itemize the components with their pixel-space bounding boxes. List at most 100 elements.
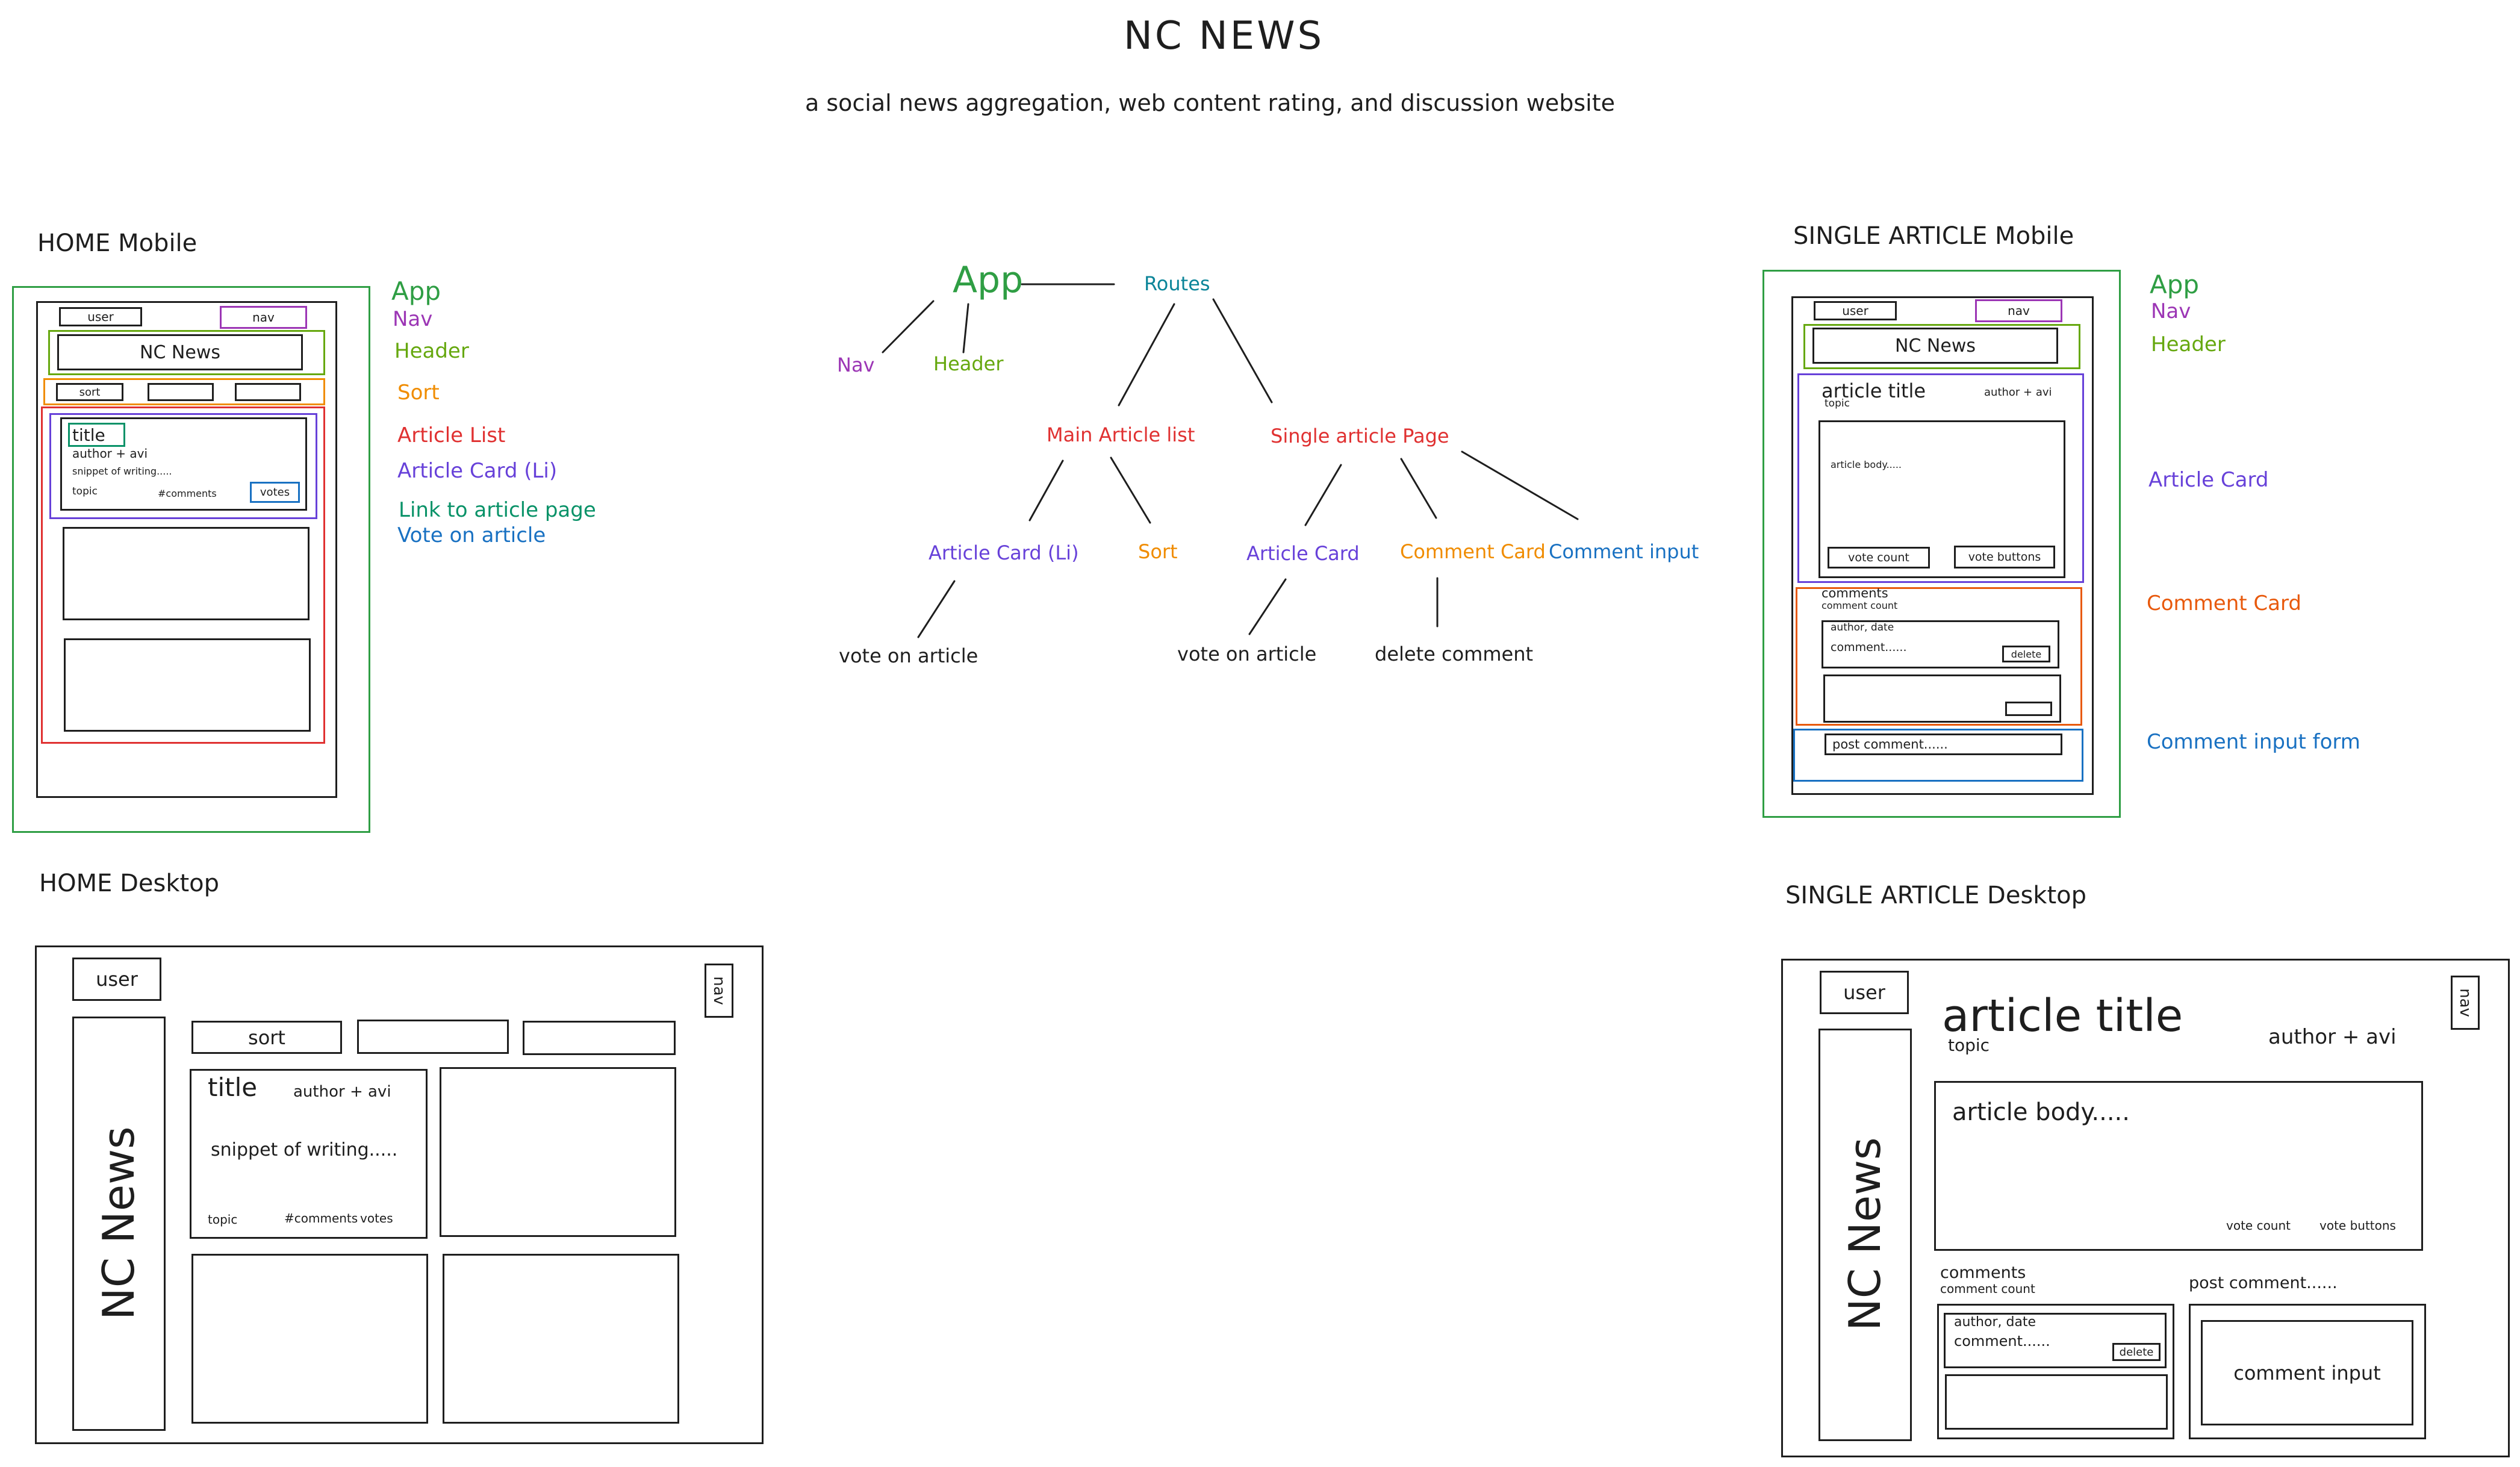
single-desktop-article-author: author + avi	[2268, 1025, 2397, 1049]
home-desktop-card-title: title	[208, 1073, 258, 1102]
home-desktop-sort-option-2[interactable]	[357, 1020, 509, 1054]
tree-vote-on-article-2: vote on article	[1177, 643, 1317, 665]
single-mobile-delete-button[interactable]: delete	[2002, 646, 2050, 662]
tree-article-card: Article Card	[1246, 542, 1360, 565]
tree-main-article-list: Main Article list	[1047, 423, 1195, 446]
edge-routes-single	[1212, 298, 1273, 403]
home-desktop-article-card-4[interactable]	[443, 1254, 679, 1424]
tree-sort: Sort	[1138, 540, 1178, 563]
home-mobile-sort-option-3[interactable]	[235, 383, 301, 401]
home-mobile-sort-label: sort	[79, 385, 101, 399]
single-mobile-comment-count: comment count	[1822, 600, 1898, 611]
edge-single-comment-input	[1461, 450, 1579, 520]
tree-header: Header	[933, 352, 1004, 375]
edge-app-nav	[882, 300, 935, 354]
single-mobile-vote-count-text: vote count	[1848, 551, 1909, 564]
home-desktop-sort-label: sort	[248, 1026, 285, 1049]
home-desktop-sort-option-3[interactable]	[523, 1021, 676, 1055]
home-mobile-brand: NC News	[57, 334, 303, 370]
single-mobile-legend-article-card: Article Card	[2148, 468, 2269, 492]
edge-single-card	[1304, 464, 1342, 526]
home-mobile-legend-nav: Nav	[393, 307, 433, 331]
single-desktop-delete-button[interactable]: delete	[2112, 1343, 2161, 1361]
single-mobile-vote-buttons-text: vote buttons	[1968, 550, 2041, 564]
single-desktop-comment-input[interactable]: comment input	[2201, 1320, 2413, 1425]
home-mobile-card-title-link[interactable]: title	[68, 423, 125, 447]
single-mobile-vote-buttons[interactable]: vote buttons	[1954, 546, 2055, 568]
single-mobile-post-comment-placeholder: post comment......	[1832, 737, 1948, 752]
single-mobile-post-comment-input[interactable]: post comment......	[1825, 734, 2062, 755]
home-mobile-sort-option-2[interactable]	[148, 383, 214, 401]
home-mobile-sort-button[interactable]: sort	[56, 383, 123, 401]
single-desktop-nav-button[interactable]: nav	[2451, 976, 2480, 1030]
home-mobile-legend-article-card: Article Card (Li)	[397, 459, 558, 483]
single-desktop-comment-count: comment count	[1940, 1282, 2035, 1296]
tree-single-article-page: Single article Page	[1271, 425, 1449, 447]
single-mobile-article-body-text: article body.....	[1831, 459, 1902, 470]
single-mobile-user-label: user	[1842, 304, 1868, 318]
single-mobile-nav-button[interactable]: nav	[1975, 299, 2062, 322]
home-mobile-card-author: author + avi	[72, 446, 148, 461]
home-mobile-article-card-2[interactable]	[63, 527, 310, 620]
home-mobile-legend-app: App	[391, 276, 441, 306]
home-desktop-article-card-3[interactable]	[191, 1254, 428, 1424]
home-mobile-legend-vote: Vote on article	[397, 523, 546, 547]
edge-app-header	[962, 303, 969, 354]
single-mobile-comment-author-date: author, date	[1831, 621, 1894, 634]
single-desktop-heading: SINGLE ARTICLE Desktop	[1785, 882, 2087, 909]
home-mobile-nav-label: nav	[252, 310, 275, 325]
single-mobile-legend-comment-input: Comment input form	[2147, 730, 2360, 754]
home-mobile-legend-sort: Sort	[397, 381, 440, 405]
single-desktop-brand: NC News	[1840, 1137, 1890, 1331]
single-mobile-comment-2-delete[interactable]	[2005, 702, 2052, 716]
single-desktop-user-label: user	[1843, 981, 1885, 1004]
page-title: NC NEWS	[1124, 14, 1325, 58]
home-desktop-card-votes[interactable]: votes	[360, 1212, 393, 1224]
single-mobile-legend-comment-card: Comment Card	[2147, 591, 2301, 615]
home-mobile-user-label: user	[87, 310, 114, 324]
tree-app: App	[953, 259, 1024, 301]
single-mobile-legend-app: App	[2150, 270, 2200, 299]
home-mobile-brand-text: NC News	[140, 341, 220, 363]
single-desktop-comment-card-2	[1945, 1374, 2168, 1430]
single-desktop-article-topic: topic	[1948, 1035, 1990, 1055]
home-desktop-card-author: author + avi	[293, 1083, 391, 1101]
home-mobile-card-topic: topic	[72, 485, 98, 497]
single-mobile-heading: SINGLE ARTICLE Mobile	[1793, 222, 2074, 250]
edge-card-vote	[917, 580, 956, 638]
single-desktop-comments-heading: comments	[1940, 1263, 2026, 1282]
tree-routes: Routes	[1144, 272, 1210, 295]
home-desktop-user-label: user	[96, 968, 138, 991]
single-desktop-vote-buttons[interactable]: vote buttons	[2319, 1219, 2396, 1232]
page-subtitle: a social news aggregation, web content r…	[805, 90, 1616, 116]
home-mobile-card-votes-button[interactable]: votes	[250, 482, 300, 503]
home-mobile-card-comments: #comments	[158, 488, 217, 499]
single-desktop-nav-label: nav	[2456, 988, 2474, 1017]
tree-comment-input: Comment input	[1549, 540, 1699, 563]
home-desktop-article-card-2[interactable]	[440, 1067, 676, 1237]
single-desktop-article-body-text: article body.....	[1952, 1098, 2130, 1126]
home-mobile-article-card-3[interactable]	[64, 638, 311, 732]
home-desktop-nav-button[interactable]: nav	[705, 964, 733, 1018]
home-mobile-legend-header: Header	[394, 339, 469, 363]
home-mobile-nav-button[interactable]: nav	[220, 306, 307, 329]
single-desktop-user-button[interactable]: user	[1820, 971, 1909, 1014]
single-mobile-delete-label: delete	[2011, 648, 2042, 660]
home-desktop-sort-button[interactable]: sort	[191, 1021, 342, 1054]
single-desktop-post-comment-label: post comment......	[2189, 1274, 2338, 1292]
home-desktop-card-topic: topic	[208, 1212, 238, 1227]
single-desktop-comment-author-date: author, date	[1954, 1315, 2036, 1330]
single-mobile-comments-heading: comments	[1822, 586, 1888, 600]
home-desktop-brand: NC News	[93, 1126, 144, 1320]
edge-single-comment-card	[1400, 458, 1437, 519]
single-desktop-comment-input-placeholder: comment input	[2233, 1361, 2381, 1384]
single-mobile-brand-text: NC News	[1895, 335, 1976, 357]
home-mobile-user-button[interactable]: user	[59, 307, 142, 326]
home-desktop-heading: HOME Desktop	[39, 870, 220, 897]
single-mobile-user-button[interactable]: user	[1814, 301, 1897, 320]
single-desktop-delete-label: delete	[2119, 1345, 2154, 1359]
tree-delete-comment: delete comment	[1375, 643, 1534, 665]
home-mobile-card-snippet: snippet of writing.....	[72, 466, 172, 477]
home-desktop-card-snippet: snippet of writing.....	[211, 1139, 398, 1160]
home-desktop-user-button[interactable]: user	[72, 958, 161, 1001]
